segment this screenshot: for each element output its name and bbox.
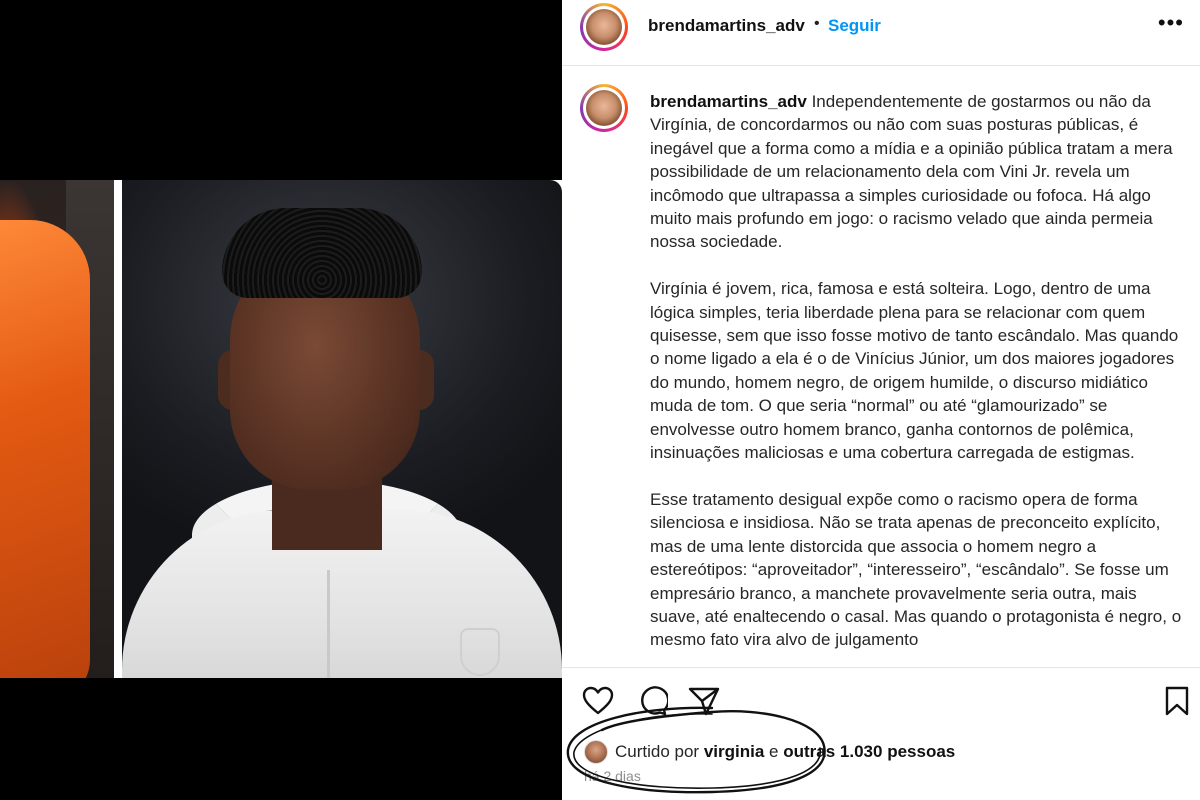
post-media[interactable] [0, 0, 562, 800]
post-header: brendamartins_adv • Seguir ••• [562, 0, 1200, 66]
header-username[interactable]: brendamartins_adv [648, 16, 805, 36]
likes-conjunction: e [769, 742, 779, 761]
follow-button[interactable]: Seguir [828, 16, 881, 36]
likes-others[interactable]: outras 1.030 pessoas [783, 742, 955, 762]
caption-scroll-area[interactable]: brendamartins_adv Independentemente de g… [562, 66, 1200, 666]
club-crest [460, 628, 500, 676]
more-options-icon[interactable]: ••• [1158, 10, 1184, 36]
comment-icon[interactable] [636, 686, 668, 716]
share-icon[interactable] [688, 686, 720, 716]
liker-avatar[interactable] [584, 740, 608, 764]
post-sidebar: brendamartins_adv • Seguir ••• brendamar… [562, 0, 1200, 800]
avatar[interactable] [580, 3, 628, 51]
bookmark-icon[interactable] [1164, 686, 1190, 716]
hair [222, 208, 422, 298]
red-hair [0, 220, 90, 678]
post-image [0, 180, 562, 678]
caption-paragraph-2: Virgínia é jovem, rica, famosa e está so… [650, 279, 1183, 463]
photo-man-right [122, 180, 562, 678]
zipper [327, 570, 330, 678]
likes-prefix: Curtido por [615, 742, 700, 761]
separator-dot: • [814, 15, 820, 32]
liker-username[interactable]: virginia [704, 742, 764, 762]
post-timestamp[interactable]: há 2 dias [584, 768, 641, 784]
caption-paragraph-3: Esse tratamento desigual expõe como o ra… [650, 489, 1186, 650]
likes-summary[interactable]: Curtido por virginia e outras 1.030 pess… [584, 738, 955, 766]
caption-avatar[interactable] [580, 84, 628, 132]
photo-woman-left [0, 180, 114, 678]
action-bar: Curtido por virginia e outras 1.030 pess… [562, 667, 1200, 800]
heart-icon[interactable] [582, 686, 614, 716]
caption-text: brendamartins_adv Independentemente de g… [650, 90, 1185, 652]
caption-username[interactable]: brendamartins_adv [650, 92, 807, 111]
caption-paragraph-1: Independentemente de gostarmos ou não da… [650, 92, 1178, 252]
